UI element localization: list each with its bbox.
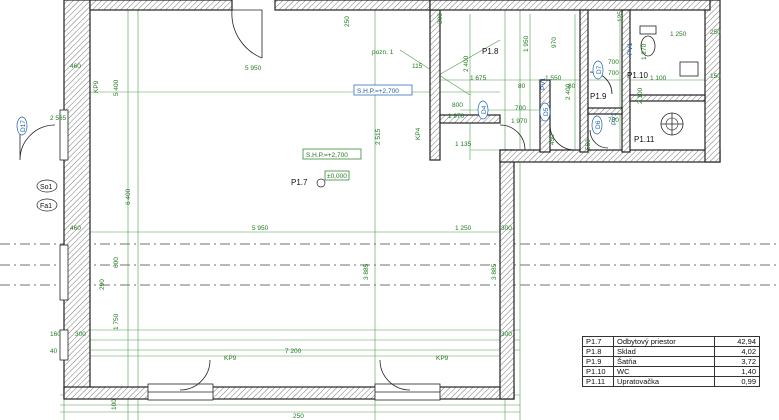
windows xyxy=(59,109,441,401)
label-fa1: Fa1 xyxy=(40,203,52,210)
room-name: WC xyxy=(613,366,715,377)
room-area: 1,40 xyxy=(714,366,760,377)
room-label-p110: P1.10 xyxy=(627,71,648,80)
room-name: Šatňa xyxy=(613,356,715,367)
label-kp9-bottom-left: KP9 xyxy=(224,355,237,362)
dim-1250-a: 1 250 xyxy=(455,225,472,232)
dim-1550: 1 550 xyxy=(545,75,562,82)
room-schedule-table: P1.7 Odbytový priestor 42,94 P1.8 Sklad … xyxy=(582,336,760,387)
dim-1970-b: 1 970 xyxy=(511,118,528,125)
room-code: P1.7 xyxy=(582,336,614,347)
room-name: Odbytový priestor xyxy=(613,336,715,347)
door-tag-d4: D4 xyxy=(481,105,488,114)
room-name: Upratovačka xyxy=(613,376,715,387)
sanitary-fixtures xyxy=(639,25,699,136)
label-kp9-bottom-right: KP9 xyxy=(436,355,449,362)
dim-250-a: 250 xyxy=(344,16,351,27)
dim-300-b: 300 xyxy=(501,331,512,338)
room-area: 3,72 xyxy=(714,356,760,367)
room-code: P1.9 xyxy=(582,356,614,367)
room-area: 0,99 xyxy=(714,376,760,387)
dim-1950: 1 950 xyxy=(523,35,530,52)
door-tag-d5: D5 xyxy=(543,107,550,116)
dim-160: 160 xyxy=(50,331,61,338)
dim-460-a: 460 xyxy=(70,63,81,70)
dim-3885-a: 3 885 xyxy=(363,263,370,280)
table-row: P1.9 Šatňa 3,72 xyxy=(582,356,760,367)
room-label-p111: P1.11 xyxy=(634,135,655,144)
dim-1135: 1 135 xyxy=(455,141,472,148)
dim-125: 125 xyxy=(617,11,624,22)
dim-300-c: 300 xyxy=(75,331,86,338)
dim-1750: 1 750 xyxy=(113,313,120,330)
dim-100: 100 xyxy=(111,399,118,410)
dim-700-b: 700 xyxy=(608,117,619,124)
door-tag-d17: D17 xyxy=(20,120,27,132)
dim-5950-mid: 5 950 xyxy=(252,225,269,232)
dim-3885-b: 3 885 xyxy=(491,263,498,280)
dim-7200: 7 200 xyxy=(285,348,302,355)
dim-80-b: 80 xyxy=(568,83,576,90)
dim-115: 115 xyxy=(412,63,423,70)
dim-300-a: 300 xyxy=(501,225,512,232)
door-swings xyxy=(19,9,613,391)
dim-80-a: 80 xyxy=(518,83,526,90)
dim-1100: 1 100 xyxy=(650,75,667,82)
dim-700-a: 700 xyxy=(515,105,526,112)
dim-1675: 1 675 xyxy=(470,75,487,82)
label-pv1-a: PV1 xyxy=(627,42,634,55)
table-row: P1.10 WC 1,40 xyxy=(582,366,760,377)
dim-1250-b: 1 250 xyxy=(670,31,687,38)
dim-250-b: 250 xyxy=(710,29,721,36)
dim-5400: 5 400 xyxy=(113,79,120,96)
level-marker-zero: ±0,000 xyxy=(327,173,347,180)
dim-450: 450 xyxy=(549,134,556,145)
dim-1270: 1 270 xyxy=(641,43,648,60)
room-label-p18: P1.8 xyxy=(482,47,499,56)
table-row: P1.8 Sklad 4,02 xyxy=(582,346,760,357)
dim-970: 970 xyxy=(551,37,558,48)
room-code: P1.11 xyxy=(582,376,614,387)
table-row: P1.7 Odbytový priestor 42,94 xyxy=(582,336,760,347)
level-symbol xyxy=(316,178,326,188)
dim-800: 800 xyxy=(452,102,463,109)
note-pozn: pozn. 1 xyxy=(372,49,394,56)
dim-700-d: 700 xyxy=(608,70,619,77)
level-marker-main: S.H.P.=+2,700 xyxy=(306,152,348,159)
label-so1: So1 xyxy=(40,184,53,191)
dim-460-b: 460 xyxy=(70,225,81,232)
dim-250-c: 250 xyxy=(293,413,304,420)
dim-700-c: 700 xyxy=(608,59,619,66)
label-kp9-left: KP9 xyxy=(93,80,100,93)
room-name: Sklad xyxy=(613,346,715,357)
door-tag-d6: D6 xyxy=(595,120,602,129)
room-label-p19: P1.9 xyxy=(590,92,607,101)
dim-290: 290 xyxy=(99,279,106,290)
dim-600: 600 xyxy=(113,257,120,268)
dim-6400: 6 400 xyxy=(125,188,132,205)
level-marker-corridor: S.H.P.=+2,700 xyxy=(357,88,399,95)
door-tag-d7: D7 xyxy=(596,65,603,74)
dim-550: 550 xyxy=(585,139,592,150)
room-label-p17: P1.7 xyxy=(291,178,308,187)
dim-40: 40 xyxy=(50,348,58,355)
room-code: P1.10 xyxy=(582,366,614,377)
table-row: P1.11 Upratovačka 0,99 xyxy=(582,376,760,387)
room-area: 42,94 xyxy=(714,336,760,347)
room-code: P1.8 xyxy=(582,346,614,357)
dim-1970-a: 1 970 xyxy=(448,113,465,120)
dim-300-d: 300 xyxy=(437,13,444,24)
dim-2565: 2 565 xyxy=(50,115,67,122)
dim-2100: 2 100 xyxy=(637,87,644,104)
room-area: 4,02 xyxy=(714,346,760,357)
dim-2515: 2 515 xyxy=(375,128,382,145)
dim-5950-top: 5 950 xyxy=(245,65,262,72)
dim-2400-a: 2 400 xyxy=(463,55,470,72)
label-kp4: KP4 xyxy=(415,127,422,140)
dim-150: 150 xyxy=(710,73,721,80)
